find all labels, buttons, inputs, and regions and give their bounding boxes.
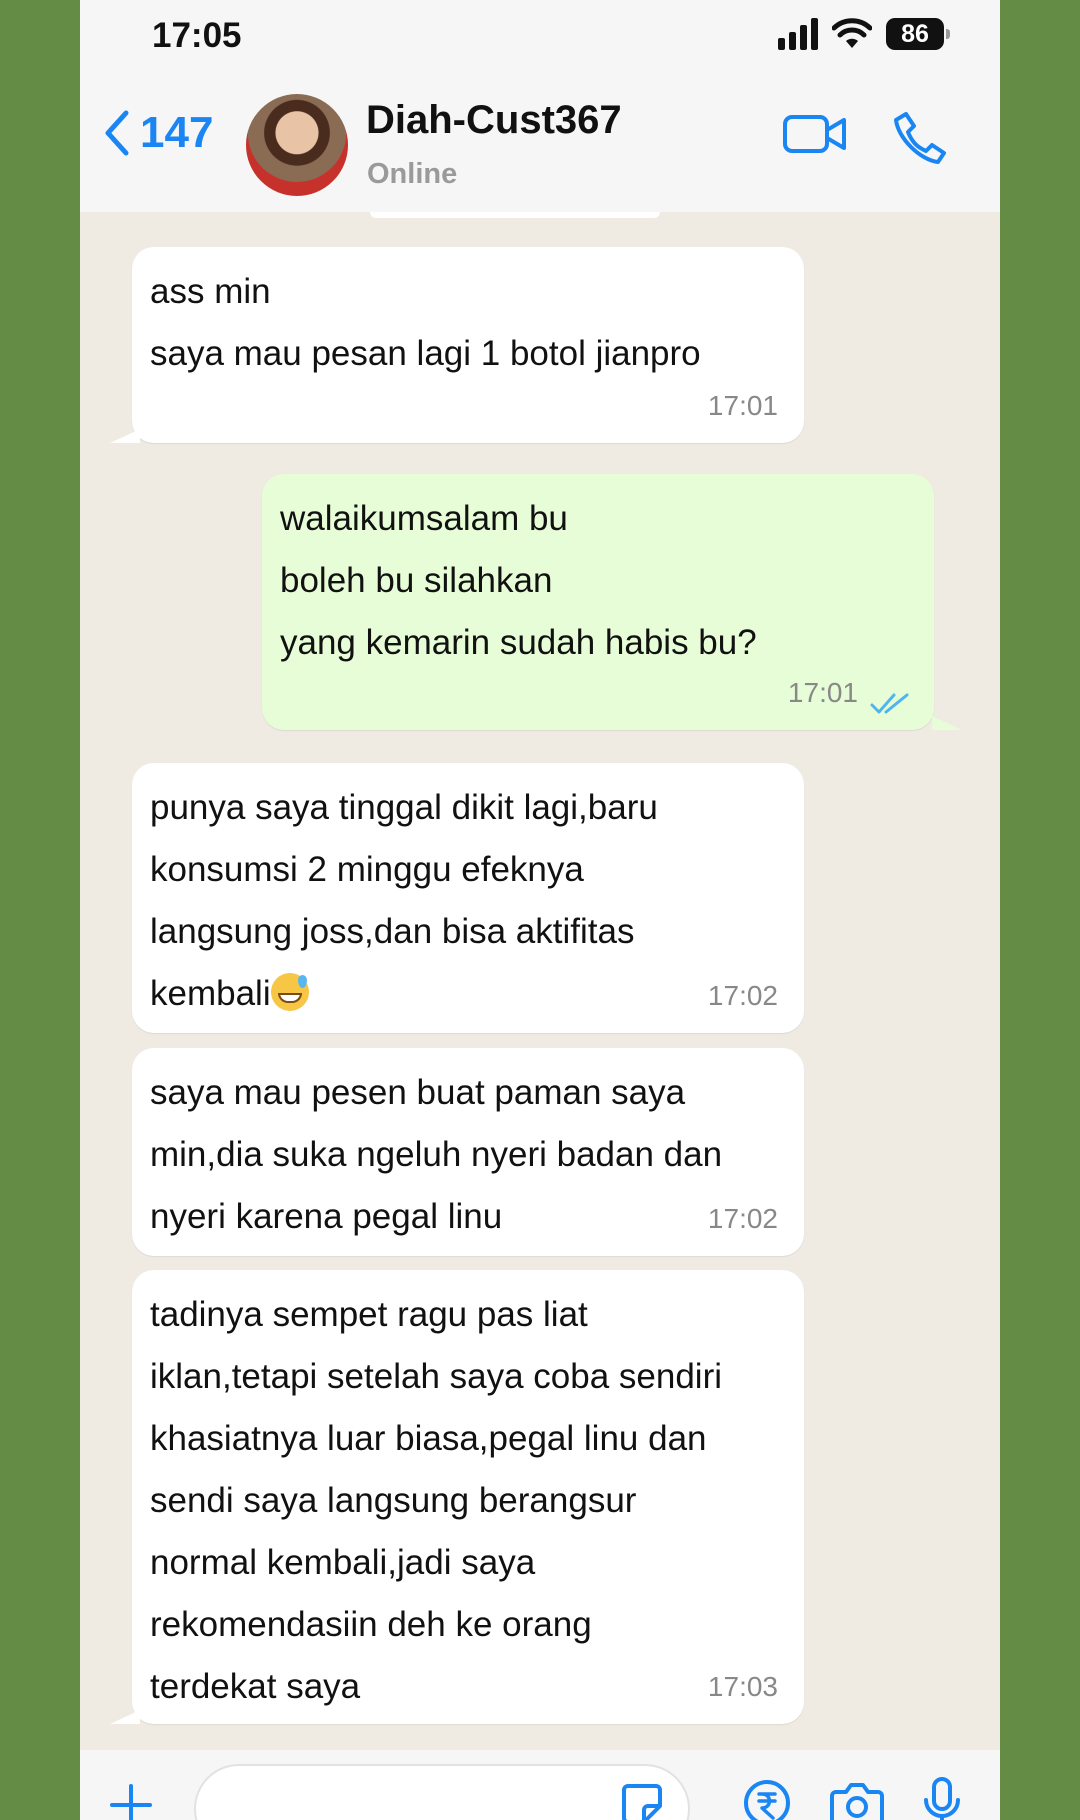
video-call-icon[interactable] <box>782 112 848 156</box>
wifi-icon <box>832 18 872 48</box>
message-line: kembali <box>150 974 271 1013</box>
cellular-signal-icon <box>778 18 818 50</box>
message-line: punya saya tinggal dikit lagi,baru <box>150 788 658 827</box>
message-line: saya mau pesan lagi 1 botol jianpro <box>150 334 701 373</box>
microphone-icon[interactable] <box>920 1776 964 1820</box>
contact-name[interactable]: Diah-Cust367 <box>366 98 622 143</box>
camera-icon[interactable] <box>830 1780 884 1820</box>
outgoing-message[interactable]: walaikumsalam bu boleh bu silahkan yang ke… <box>262 474 934 730</box>
plus-icon[interactable] <box>108 1782 154 1820</box>
previous-message-edge <box>370 212 660 218</box>
message-line: rekomendasiin deh ke orang <box>150 1605 592 1644</box>
message-time: 17:02 <box>707 1203 778 1234</box>
contact-avatar[interactable] <box>246 94 348 196</box>
message-line: sendi saya langsung berangsur <box>150 1481 637 1520</box>
message-line: konsumsi 2 minggu efeknya <box>150 850 584 889</box>
status-icons: 86 <box>778 18 950 50</box>
message-line: normal kembali,jadi saya <box>150 1543 536 1582</box>
incoming-message[interactable]: tadinya sempet ragu pas liat iklan,tetapi… <box>132 1270 804 1724</box>
message-time: 17:01 <box>787 677 858 708</box>
rupee-payment-icon[interactable] <box>742 1778 792 1820</box>
back-button[interactable]: 147 <box>104 108 213 158</box>
status-time: 17:05 <box>152 16 242 55</box>
message-line: walaikumsalam bu <box>280 499 568 538</box>
sticker-icon[interactable] <box>620 1782 664 1820</box>
message-line: tadinya sempet ragu pas liat <box>150 1295 588 1334</box>
read-receipt-icon <box>870 693 909 714</box>
message-line: saya mau pesen buat paman saya <box>150 1073 686 1112</box>
message-line: ass min <box>150 272 271 311</box>
chat-header: 17:05 86 147 Diah-Cust367 Online <box>80 0 1000 212</box>
message-time: 17:01 <box>707 390 778 421</box>
bubble-tail <box>110 429 140 443</box>
message-time: 17:02 <box>707 980 778 1011</box>
incoming-message[interactable]: saya mau pesen buat paman saya min,dia su… <box>132 1048 804 1256</box>
message-line: nyeri karena pegal linu <box>150 1197 503 1236</box>
phone-call-icon[interactable] <box>892 110 948 166</box>
bubble-tail <box>110 1710 140 1724</box>
grinning-sweat-emoji-icon <box>270 973 309 1011</box>
phone-screen: 17:05 86 147 Diah-Cust367 Online ass min… <box>80 0 1000 1820</box>
message-composer <box>80 1750 1000 1820</box>
message-line: min,dia suka ngeluh nyeri badan dan <box>150 1135 723 1174</box>
message-line: terdekat saya <box>150 1667 361 1706</box>
message-line: iklan,tetapi setelah saya coba sendiri <box>150 1357 723 1396</box>
incoming-message[interactable]: ass min saya mau pesan lagi 1 botol jianp… <box>132 247 804 443</box>
chevron-left-icon <box>105 110 129 156</box>
contact-status: Online <box>367 158 458 190</box>
chat-area[interactable]: ass min saya mau pesan lagi 1 botol jianp… <box>80 212 1000 1750</box>
message-line: khasiatnya luar biasa,pegal linu dan <box>150 1419 707 1458</box>
message-line: boleh bu silahkan <box>280 561 553 600</box>
battery-icon: 86 <box>886 18 950 50</box>
bubble-tail <box>932 716 962 730</box>
message-time: 17:03 <box>707 1671 778 1702</box>
message-input[interactable] <box>194 1764 690 1820</box>
unread-count: 147 <box>140 108 214 157</box>
message-line: langsung joss,dan bisa aktifitas <box>150 912 635 951</box>
incoming-message[interactable]: punya saya tinggal dikit lagi,baru konsum… <box>132 763 804 1033</box>
